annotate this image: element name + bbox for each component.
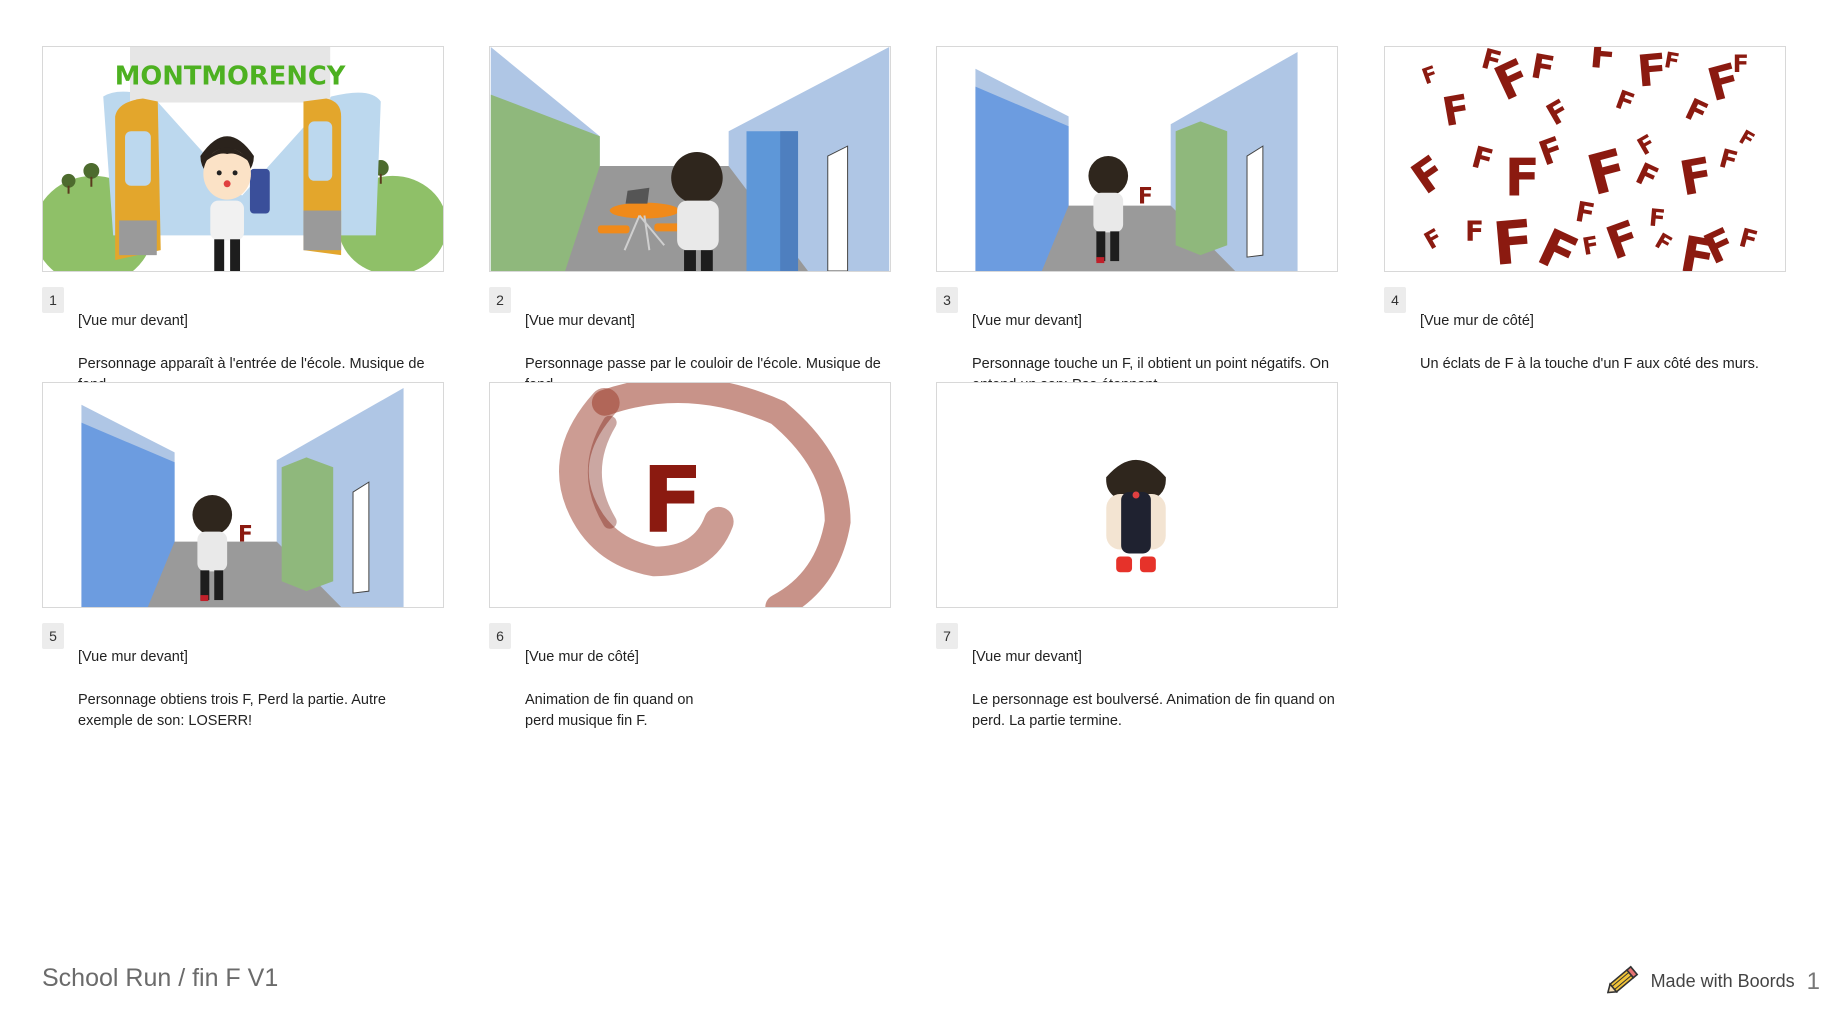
- frame-2-illustration: [490, 47, 890, 271]
- frame-4-f-letter: F: [1650, 229, 1675, 258]
- frame-7-view: [Vue mur devant]: [972, 648, 1082, 665]
- storyboard-frame-3[interactable]: F: [936, 46, 1338, 272]
- frame-4-f-letter: F: [1611, 85, 1638, 119]
- frame-4-f-letter: F: [1439, 86, 1474, 136]
- frame-4-number: 4: [1384, 287, 1406, 313]
- frame-6-caption: [Vue mur de côté] Animation de fin quand…: [525, 625, 890, 754]
- storyboard-frame-7[interactable]: [936, 382, 1338, 608]
- frame-4-f-letter: F: [1419, 62, 1442, 91]
- storyboard-frame-1[interactable]: MONTMORENCY: [42, 46, 444, 272]
- storyboard-frame-4[interactable]: FFFFFFFFFFFFFFFFFFFFFFFFFFFFFFFFFFF: [1384, 46, 1786, 272]
- frame-4-f-letter: F: [1630, 156, 1663, 196]
- frame-4-f-letter: F: [1662, 48, 1681, 75]
- frame-7-number: 7: [936, 623, 958, 649]
- frame-6-view: [Vue mur de côté]: [525, 648, 639, 665]
- frame-6-f-letter: F: [641, 447, 703, 554]
- frame-4-f-letter: F: [1588, 47, 1617, 78]
- storyboard-title: School Run / fin F V1: [42, 964, 279, 992]
- frame-5-f-letter: F: [238, 523, 253, 548]
- frame-1-sign: MONTMORENCY: [115, 62, 346, 92]
- frame-7-description: Le personnage est boulversé. Animation d…: [972, 691, 1335, 730]
- frame-4-f-letter: F: [1648, 203, 1667, 232]
- storyboard-frame-5[interactable]: F: [42, 382, 444, 608]
- frame-4-f-letter: F: [1676, 148, 1718, 208]
- frame-4-f-letter: F: [1716, 144, 1741, 178]
- frame-5-caption: [Vue mur devant] Personnage obtiens troi…: [78, 625, 443, 754]
- frame-6-illustration: F: [559, 383, 851, 607]
- frame-3-illustration: F: [975, 51, 1298, 271]
- storyboard-frame-2[interactable]: [489, 46, 891, 272]
- frame-4-view: [Vue mur de côté]: [1420, 312, 1534, 329]
- frame-1-view: [Vue mur devant]: [78, 312, 188, 329]
- frame-6-description: Animation de fin quand on perd musique f…: [525, 691, 694, 730]
- frame-6-number: 6: [489, 623, 511, 649]
- frame-4-f-letter: F: [1505, 149, 1540, 209]
- frame-2-view: [Vue mur devant]: [525, 312, 635, 329]
- made-with-boords-link[interactable]: Made with Boords: [1651, 971, 1795, 992]
- frame-1-number: 1: [42, 287, 64, 313]
- frame-4-f-letter: F: [1599, 210, 1646, 270]
- frame-4-f-letter: F: [1733, 50, 1749, 78]
- frame-5-number: 5: [42, 623, 64, 649]
- frame-4-f-letter: F: [1736, 223, 1761, 257]
- frame-4-f-letter: F: [1541, 93, 1576, 133]
- frame-4-caption: [Vue mur de côté] Un éclats de F à la to…: [1420, 289, 1800, 397]
- branding-footer: Made with Boords 1: [1606, 962, 1820, 1001]
- storyboard-frame-6[interactable]: F: [489, 382, 891, 608]
- page-number: 1: [1806, 967, 1820, 995]
- frame-5-view: [Vue mur devant]: [78, 648, 188, 665]
- frame-1-illustration: MONTMORENCY: [43, 47, 443, 271]
- frame-3-number: 3: [936, 287, 958, 313]
- frame-5-description: Personnage obtiens trois F, Perd la part…: [78, 691, 386, 730]
- frame-4-f-letter: F: [1403, 147, 1456, 205]
- frame-3-view: [Vue mur devant]: [972, 312, 1082, 329]
- frame-4-f-letter: F: [1490, 208, 1536, 271]
- frame-7-illustration: [1106, 459, 1166, 573]
- frame-4-f-letter: F: [1632, 129, 1660, 161]
- frame-4-illustration: FFFFFFFFFFFFFF F FFFFFFFFFF F FFFF FFFFF: [1403, 47, 1761, 271]
- pencil-icon: [1606, 962, 1641, 1001]
- frame-4-f-letter: F: [1465, 214, 1484, 247]
- frame-7-caption: [Vue mur devant] Le personnage est boulv…: [972, 625, 1337, 754]
- frame-4-f-letter: F: [1580, 231, 1601, 261]
- frame-2-number: 2: [489, 287, 511, 313]
- frame-4-f-letter: F: [1573, 195, 1597, 231]
- frame-4-description: Un éclats de F à la touche d'un F aux cô…: [1420, 355, 1759, 372]
- frame-5-illustration: F: [81, 387, 404, 607]
- frame-4-f-letter: F: [1419, 223, 1447, 255]
- frame-4-f-letter: F: [1680, 92, 1713, 132]
- frame-4-f-letter: F: [1468, 140, 1497, 179]
- frame-4-f-letter: F: [1528, 47, 1557, 89]
- frame-3-f-letter: F: [1138, 185, 1153, 210]
